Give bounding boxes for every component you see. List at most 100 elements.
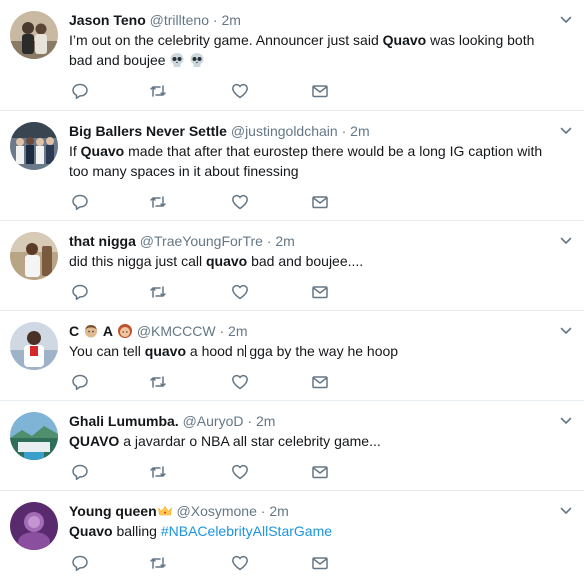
- heart-icon[interactable]: [231, 463, 249, 481]
- timestamp[interactable]: 2m: [269, 503, 288, 519]
- tweet[interactable]: Big Ballers Never Settle @justingoldchai…: [0, 111, 584, 221]
- chevron-down-icon[interactable]: [560, 415, 572, 427]
- highlighted-keyword: QUAVO: [69, 433, 120, 449]
- username[interactable]: @KMCCCW: [137, 323, 216, 339]
- highlighted-keyword: Quavo: [382, 32, 427, 48]
- separator-dot: ·: [212, 12, 218, 28]
- envelope-icon[interactable]: [311, 283, 329, 301]
- retweet-icon[interactable]: [149, 373, 167, 391]
- chevron-down-icon[interactable]: [560, 125, 572, 137]
- username[interactable]: @Xosymone: [177, 503, 257, 519]
- timestamp[interactable]: 2m: [228, 323, 247, 339]
- retweet-icon[interactable]: [149, 82, 167, 100]
- heart-icon[interactable]: [231, 283, 249, 301]
- heart-icon[interactable]: [231, 193, 249, 211]
- reply-icon[interactable]: [71, 373, 89, 391]
- envelope-icon[interactable]: [311, 193, 329, 211]
- tweet-header: Big Ballers Never Settle @justingoldchai…: [69, 122, 554, 140]
- heart-icon[interactable]: [231, 373, 249, 391]
- tweet-text: did this nigga just call quavo bad and b…: [69, 251, 554, 271]
- display-name-part[interactable]: A: [103, 323, 113, 339]
- text-segment: gga by the way he hoop: [249, 343, 399, 359]
- avatar-image: [10, 322, 58, 370]
- timestamp[interactable]: 2m: [350, 123, 369, 139]
- separator-dot: ·: [247, 413, 253, 429]
- tweet-content: that nigga @TraeYoungForTre · 2m did thi…: [69, 232, 554, 271]
- reply-icon[interactable]: [71, 193, 89, 211]
- separator-dot: ·: [219, 323, 225, 339]
- tweet-text: You can tell quavo a hood n gga by the wa…: [69, 341, 554, 361]
- skull-icon: [190, 53, 204, 67]
- hashtag-link[interactable]: #NBACelebrityAllStarGame: [161, 523, 332, 539]
- tweet-content: Big Ballers Never Settle @justingoldchai…: [69, 122, 554, 181]
- tweet-actions: [71, 283, 341, 301]
- username[interactable]: @trillteno: [150, 12, 209, 28]
- tweet[interactable]: Jason Teno @trillteno · 2m I’m out on th…: [0, 0, 584, 111]
- tweet-header: Young queen @Xosymone · 2m: [69, 502, 554, 520]
- envelope-icon[interactable]: [311, 554, 329, 572]
- retweet-icon[interactable]: [149, 193, 167, 211]
- avatar-image: [10, 502, 58, 550]
- username[interactable]: @AuryoD: [183, 413, 244, 429]
- text-segment: a hood n: [186, 343, 245, 359]
- skull-icon: [170, 53, 184, 67]
- highlighted-keyword: Quavo: [69, 523, 113, 539]
- username[interactable]: @justingoldchain: [231, 123, 338, 139]
- tweet[interactable]: Young queen @Xosymone · 2m Quavo balling…: [0, 491, 584, 577]
- tweet-text: If Quavo made that after that eurostep t…: [69, 141, 554, 181]
- tweet-actions: [71, 82, 341, 100]
- heart-icon[interactable]: [231, 554, 249, 572]
- display-name[interactable]: Ghali Lumumba.: [69, 413, 179, 429]
- display-name[interactable]: that nigga: [69, 233, 136, 249]
- tweet-actions: [71, 373, 341, 391]
- tweet-header: Jason Teno @trillteno · 2m: [69, 11, 554, 29]
- reply-icon[interactable]: [71, 283, 89, 301]
- envelope-icon[interactable]: [311, 373, 329, 391]
- timestamp[interactable]: 2m: [221, 12, 240, 28]
- tweet-text: QUAVO a javardar o NBA all star celebrit…: [69, 431, 554, 451]
- tweet-content: Young queen @Xosymone · 2m Quavo balling…: [69, 502, 554, 541]
- timestamp[interactable]: 2m: [275, 233, 294, 249]
- chevron-down-icon[interactable]: [560, 14, 572, 26]
- text-segment: If: [69, 143, 81, 159]
- display-name[interactable]: Young queen: [69, 503, 157, 519]
- avatar-image: [10, 11, 58, 59]
- tweet[interactable]: Ghali Lumumba. @AuryoD · 2m QUAVO a java…: [0, 401, 584, 491]
- reply-icon[interactable]: [71, 463, 89, 481]
- reply-icon[interactable]: [71, 82, 89, 100]
- text-segment: did this nigga just call: [69, 253, 206, 269]
- tweet-header: Ghali Lumumba. @AuryoD · 2m: [69, 412, 554, 430]
- avatar[interactable]: [10, 412, 58, 460]
- tweet[interactable]: that nigga @TraeYoungForTre · 2m did thi…: [0, 221, 584, 311]
- man-face-icon: [85, 325, 98, 338]
- heart-icon[interactable]: [231, 82, 249, 100]
- retweet-icon[interactable]: [149, 463, 167, 481]
- timestamp[interactable]: 2m: [256, 413, 275, 429]
- chevron-down-icon[interactable]: [560, 235, 572, 247]
- highlighted-keyword: Quavo: [80, 143, 125, 159]
- avatar-image: [10, 122, 58, 170]
- text-segment: You can tell: [69, 343, 145, 359]
- avatar[interactable]: [10, 322, 58, 370]
- username[interactable]: @TraeYoungForTre: [140, 233, 263, 249]
- envelope-icon[interactable]: [311, 463, 329, 481]
- separator-dot: ·: [341, 123, 347, 139]
- envelope-icon[interactable]: [311, 82, 329, 100]
- avatar[interactable]: [10, 502, 58, 550]
- display-name[interactable]: Big Ballers Never Settle: [69, 123, 227, 139]
- tweet[interactable]: C A @KMCCCW · 2m You can tell quavo a ho…: [0, 311, 584, 401]
- separator-dot: ·: [266, 233, 272, 249]
- chevron-down-icon[interactable]: [560, 325, 572, 337]
- chevron-down-icon[interactable]: [560, 505, 572, 517]
- avatar[interactable]: [10, 122, 58, 170]
- tweet-feed: Jason Teno @trillteno · 2m I’m out on th…: [0, 0, 584, 577]
- retweet-icon[interactable]: [149, 554, 167, 572]
- text-segment: I’m out on the celebrity game. Announcer…: [69, 32, 383, 48]
- display-name-part[interactable]: C: [69, 323, 79, 339]
- avatar[interactable]: [10, 232, 58, 280]
- avatar[interactable]: [10, 11, 58, 59]
- text-segment: a javardar o NBA all star celebrity game…: [119, 433, 381, 449]
- retweet-icon[interactable]: [149, 283, 167, 301]
- reply-icon[interactable]: [71, 554, 89, 572]
- display-name[interactable]: Jason Teno: [69, 12, 146, 28]
